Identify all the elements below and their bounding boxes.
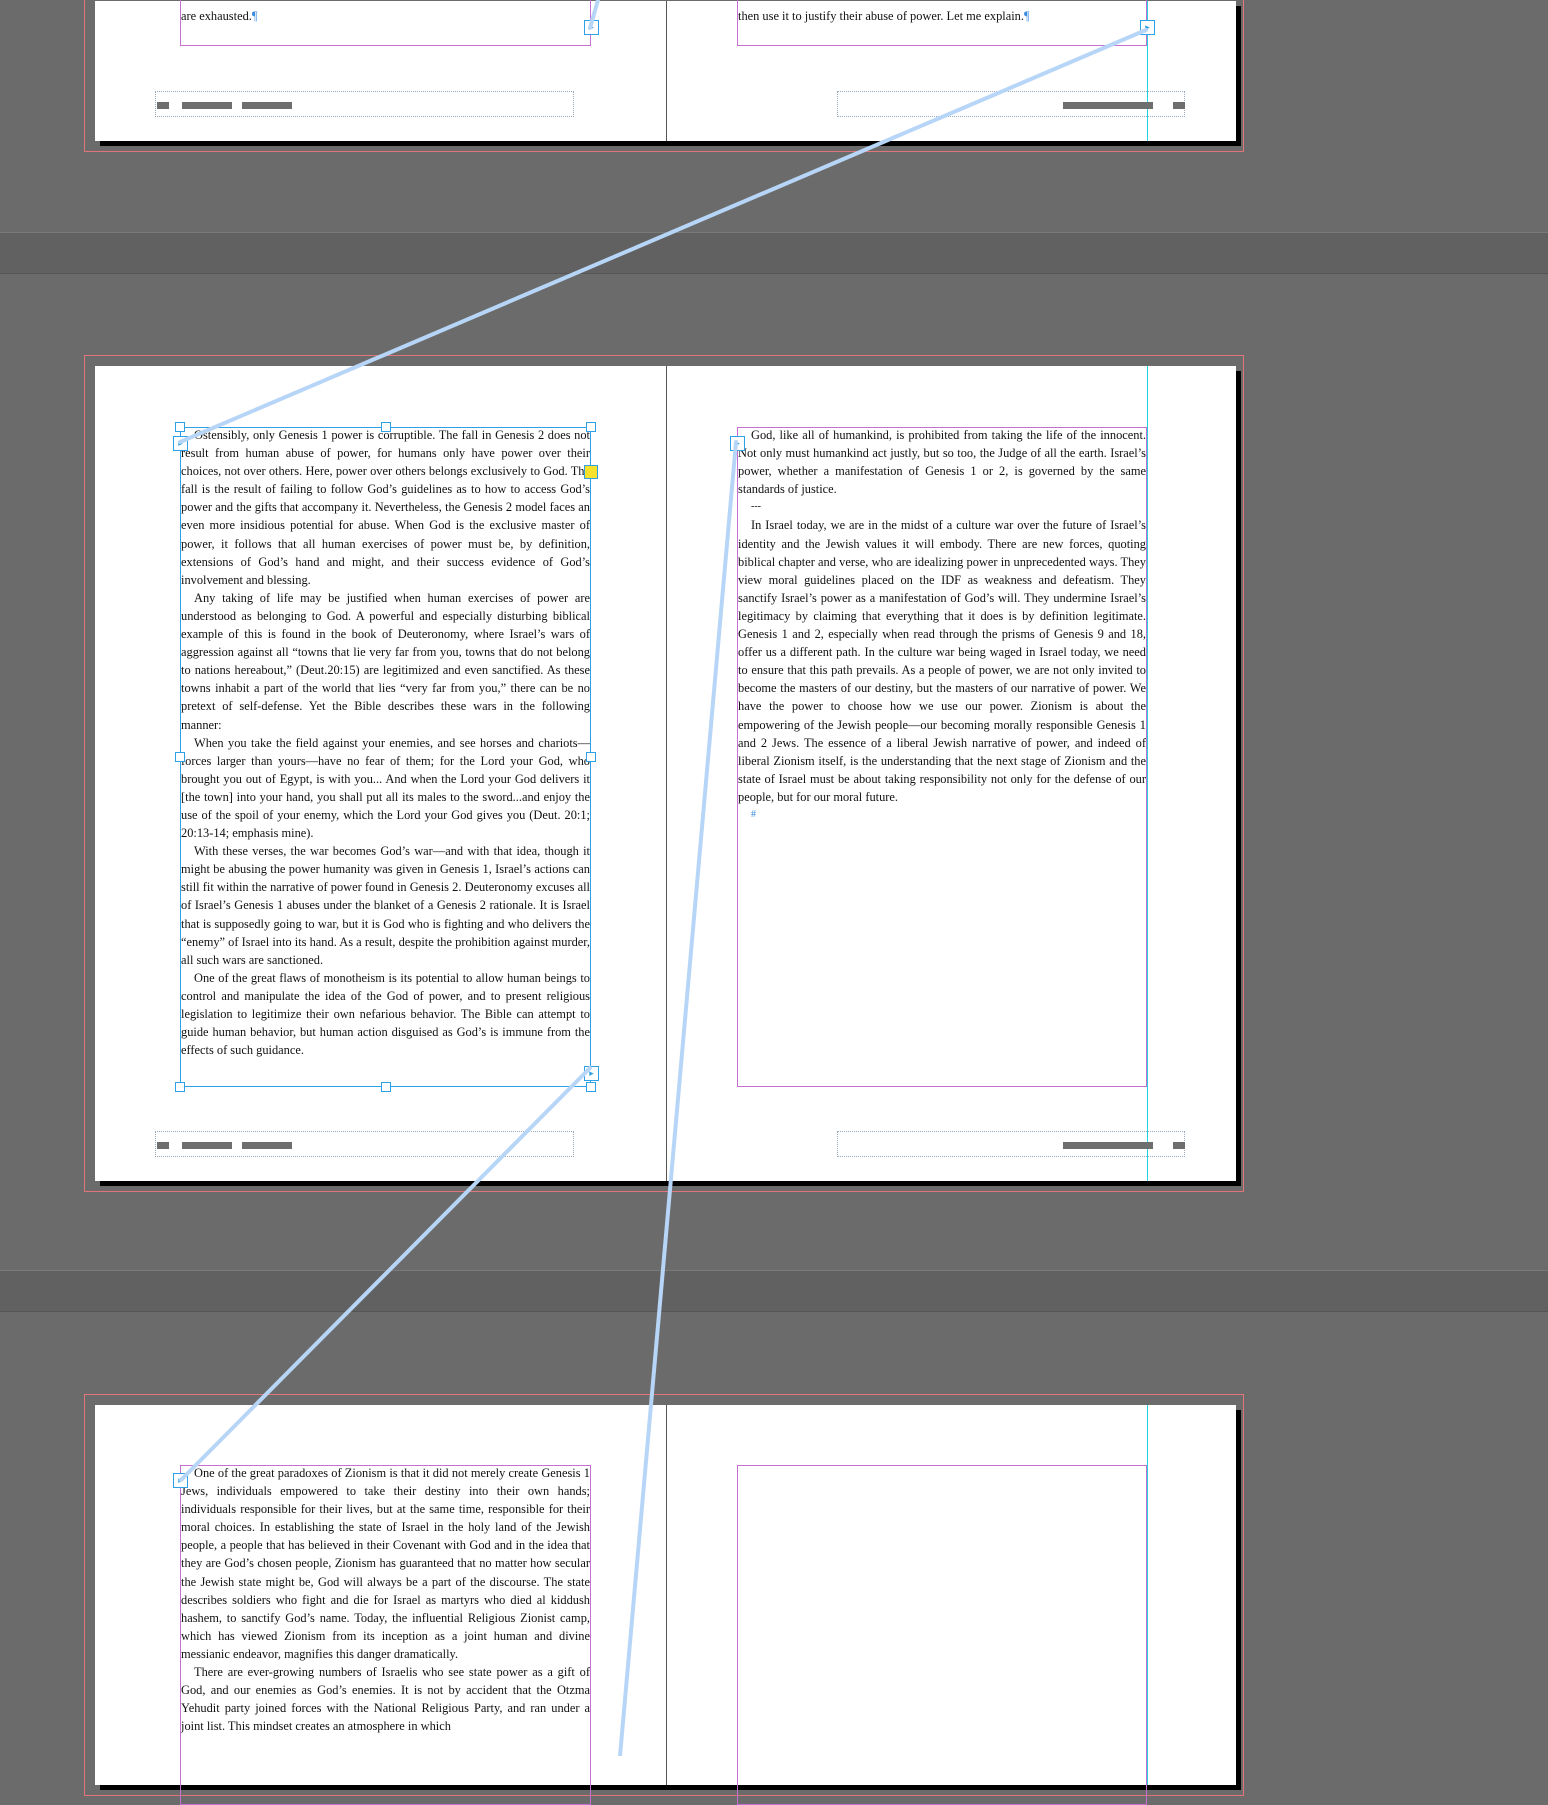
selection-handle[interactable]: [175, 1082, 185, 1092]
margin-guide: [1147, 366, 1148, 1181]
paragraph: One of the great paradoxes of Zionism is…: [181, 1466, 590, 1661]
tail-text-left: are exhausted.: [181, 9, 252, 23]
footer-frame-left[interactable]: [155, 91, 574, 117]
spine: [666, 1405, 667, 1785]
spread-1: are exhausted.¶ ▸ then use it to justify…: [84, 0, 1244, 152]
overset-marker-icon[interactable]: [584, 465, 598, 479]
selection-handle[interactable]: [381, 1082, 391, 1092]
paragraph: God, like all of humankind, is prohibite…: [738, 428, 1146, 497]
margin-guide: [1147, 1405, 1148, 1785]
text-frame-right-empty[interactable]: [737, 1465, 1147, 1805]
footer-frame-right[interactable]: [837, 1131, 1185, 1157]
story-left: Ostensibly, only Genesis 1 power is corr…: [181, 426, 590, 1084]
paragraph: There are ever-growing numbers of Israel…: [181, 1665, 590, 1734]
paragraph: Ostensibly, only Genesis 1 power is corr…: [181, 428, 590, 587]
text-left: are exhausted.¶: [181, 9, 258, 23]
end-of-story-marker: #: [751, 808, 756, 820]
spread-2-pages: Ostensibly, only Genesis 1 power is corr…: [95, 366, 1236, 1181]
out-port-right[interactable]: ▸: [1140, 20, 1155, 35]
paragraph: When you take the field against your ene…: [181, 735, 590, 841]
paragraph: With these verses, the war becomes God’s…: [181, 844, 590, 967]
out-port-left[interactable]: ▸: [584, 20, 599, 35]
spine: [666, 366, 667, 1181]
story-right: God, like all of humankind, is prohibite…: [738, 426, 1146, 1084]
spread-2: Ostensibly, only Genesis 1 power is corr…: [84, 355, 1244, 1192]
spine: [666, 1, 667, 141]
selection-handle[interactable]: [175, 422, 185, 432]
in-port-left[interactable]: ▸: [173, 1473, 188, 1488]
in-port-right[interactable]: ▸: [730, 436, 745, 451]
selection-handle[interactable]: [586, 752, 596, 762]
footer-frame-right[interactable]: [837, 91, 1185, 117]
paragraph: In Israel today, we are in the midst of …: [738, 518, 1146, 804]
tail-text-right: then use it to justify their abuse of po…: [738, 9, 1024, 23]
paragraph: Any taking of life may be justified when…: [181, 590, 590, 732]
story-left: One of the great paradoxes of Zionism is…: [181, 1464, 590, 1794]
selection-handle[interactable]: [381, 422, 391, 432]
selection-handle[interactable]: [586, 1082, 596, 1092]
text-right: then use it to justify their abuse of po…: [738, 9, 1030, 23]
spread-3: One of the great paradoxes of Zionism is…: [84, 1394, 1244, 1805]
in-port-left[interactable]: ▸: [173, 436, 188, 451]
selection-handle[interactable]: [586, 422, 596, 432]
out-port-left[interactable]: ▸: [584, 1066, 599, 1081]
scene-break: ---: [751, 501, 761, 513]
pasteboard-band-1: [0, 232, 1548, 274]
paragraph: One of the great flaws of monotheism is …: [181, 970, 590, 1058]
spread-1-pages: are exhausted.¶ ▸ then use it to justify…: [95, 0, 1236, 141]
footer-frame-left[interactable]: [155, 1131, 574, 1157]
pasteboard-band-2: [0, 1270, 1548, 1312]
spread-3-pages: One of the great paradoxes of Zionism is…: [95, 1405, 1236, 1805]
selection-handle[interactable]: [175, 752, 185, 762]
